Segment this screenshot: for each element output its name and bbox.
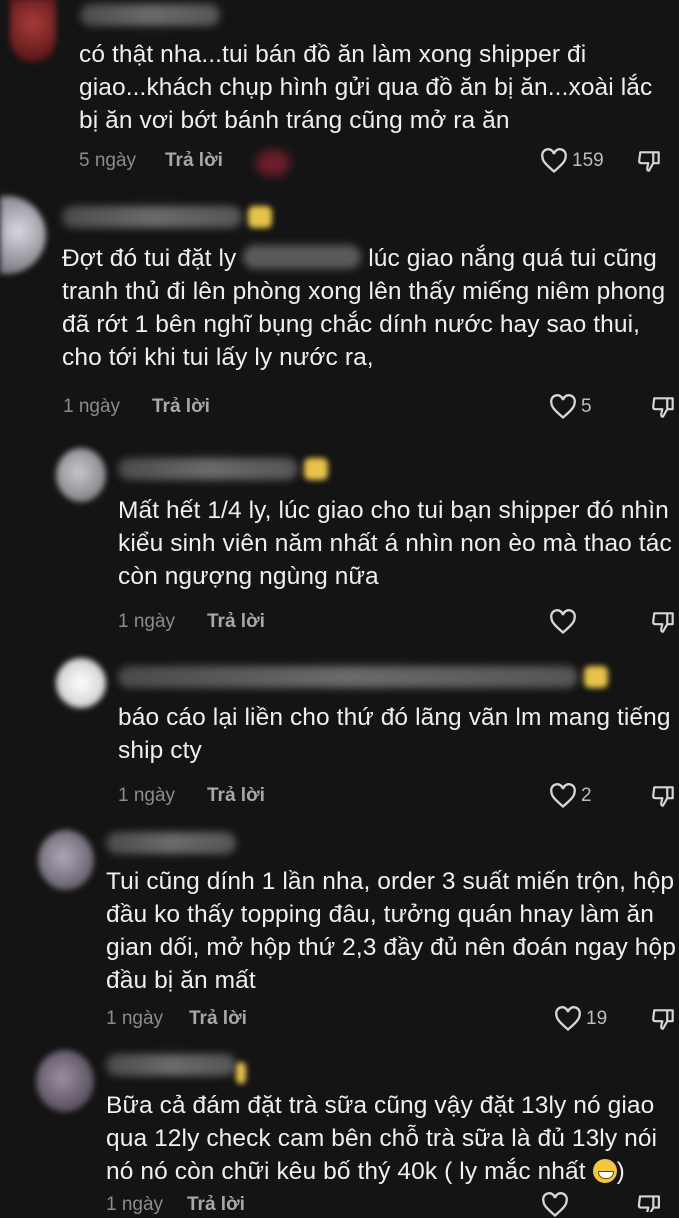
- username-redacted[interactable]: [80, 4, 220, 26]
- thumbs-down-icon[interactable]: [650, 609, 678, 635]
- reply-button[interactable]: Trả lời: [207, 785, 265, 807]
- like-button[interactable]: 19: [554, 1006, 607, 1032]
- comment-time: 1 ngày: [106, 1008, 164, 1029]
- comment-text: Bữa cả đám đặt trà sữa cũng vậy đặt 13ly…: [106, 1089, 679, 1188]
- like-button[interactable]: 159: [540, 148, 604, 174]
- comment-text: Mất hết 1/4 ly, lúc giao cho tui bạn shi…: [118, 497, 679, 590]
- avatar[interactable]: [36, 1050, 94, 1112]
- username-redacted[interactable]: [106, 1054, 236, 1076]
- like-button[interactable]: 2: [549, 783, 592, 809]
- avatar[interactable]: [56, 658, 106, 708]
- comment-time: 1 ngày: [118, 785, 176, 806]
- comment-text: Đợt đó tui đặt ly lúc giao nắng quá tui …: [62, 242, 667, 374]
- badge-icon: [248, 206, 272, 228]
- comment-text: có thật nha...tui bán đồ ăn làm xong shi…: [79, 41, 660, 134]
- heart-outline-icon: [550, 609, 576, 635]
- comment-text-part-1: Đợt đó tui đặt ly: [62, 245, 244, 272]
- reply-button[interactable]: Trả lời: [189, 1008, 247, 1030]
- avatar[interactable]: [0, 196, 46, 274]
- thumbs-down-icon[interactable]: [636, 1192, 664, 1212]
- like-count: 159: [572, 150, 604, 171]
- avatar[interactable]: [38, 830, 94, 890]
- comment-time: 1 ngày: [106, 1194, 164, 1215]
- redacted-text: [243, 245, 362, 269]
- like-button[interactable]: [541, 1192, 573, 1218]
- like-count: 2: [581, 785, 592, 806]
- grinning-face-emoji: [592, 1159, 617, 1183]
- like-count: 19: [586, 1008, 608, 1029]
- redacted-mark: [256, 150, 290, 176]
- comment-text-main: Bữa cả đám đặt trà sữa cũng vậy đặt 13ly…: [106, 1092, 665, 1185]
- reply-button[interactable]: Trả lời: [187, 1194, 245, 1216]
- comment-time: 1 ngày: [118, 611, 176, 632]
- heart-outline-icon: [541, 148, 567, 174]
- reply-button[interactable]: Trả lời: [165, 150, 223, 172]
- like-button[interactable]: [549, 609, 581, 635]
- thumbs-down-icon[interactable]: [650, 394, 678, 420]
- reply-button[interactable]: Trả lời: [152, 396, 210, 418]
- username-redacted[interactable]: [62, 206, 242, 228]
- thumbs-down-icon[interactable]: [650, 783, 678, 809]
- heart-outline-icon: [555, 1006, 581, 1032]
- badge-icon: [584, 666, 608, 688]
- badge-icon: [304, 458, 328, 480]
- reply-button[interactable]: Trả lời: [207, 611, 265, 633]
- thumbs-down-icon[interactable]: [650, 1006, 678, 1032]
- comment-text-end: ): [616, 1158, 625, 1185]
- comment-text: báo cáo lại liền cho thứ đó lãng vãn lm …: [118, 704, 678, 764]
- username-redacted[interactable]: [106, 832, 236, 854]
- thumbs-down-icon[interactable]: [636, 148, 664, 174]
- username-redacted[interactable]: [118, 458, 298, 480]
- like-count: 5: [581, 396, 592, 417]
- comment-time: 5 ngày: [79, 150, 137, 171]
- heart-outline-icon: [550, 394, 576, 420]
- heart-outline-icon: [550, 783, 576, 809]
- like-button[interactable]: 5: [549, 394, 592, 420]
- comment-time: 1 ngày: [63, 396, 121, 417]
- comment-text: Tui cũng dính 1 lần nha, order 3 suất mi…: [106, 868, 676, 994]
- avatar[interactable]: [56, 448, 106, 502]
- badge-icon: [236, 1062, 246, 1084]
- heart-outline-icon: [542, 1192, 568, 1218]
- avatar[interactable]: [10, 0, 56, 62]
- username-redacted[interactable]: [118, 666, 578, 688]
